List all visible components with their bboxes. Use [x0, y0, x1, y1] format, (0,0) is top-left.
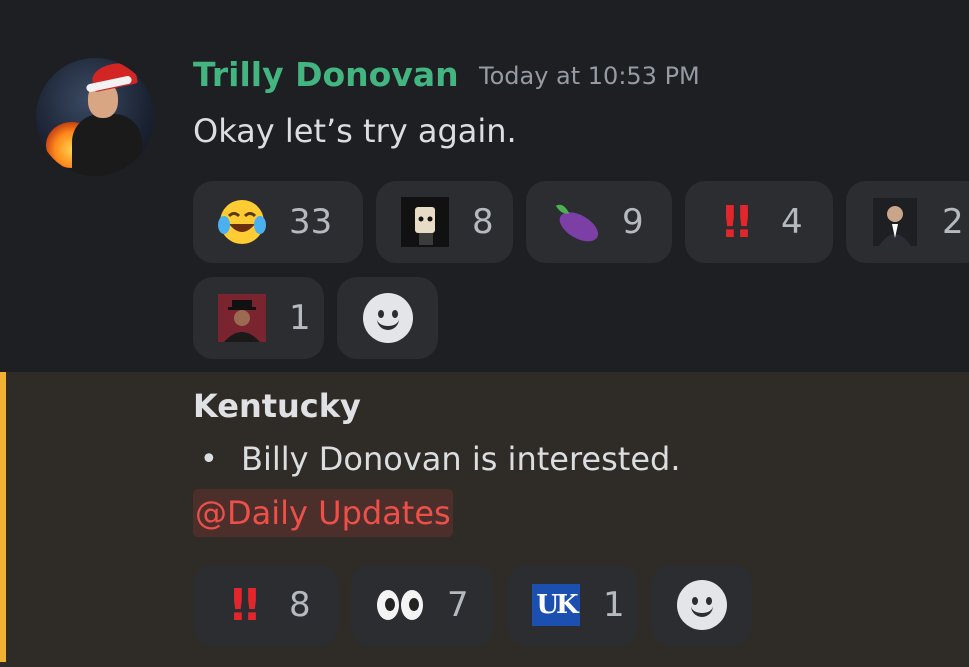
username[interactable]: Trilly Donovan — [193, 55, 459, 94]
tears-of-joy-emoji-icon — [217, 197, 267, 247]
uk-logo-icon: UK — [531, 580, 581, 630]
reaction-eggplant[interactable]: 9 — [526, 181, 672, 263]
reaction-man-in-suit[interactable]: 2 — [846, 181, 969, 263]
reaction-count: 7 — [447, 585, 469, 625]
eyes-emoji-icon — [375, 580, 425, 630]
reaction-count: 8 — [472, 202, 494, 242]
reaction-masked-figure[interactable]: 8 — [376, 181, 513, 263]
reaction-count: 4 — [781, 202, 803, 242]
coach-icon — [217, 293, 267, 343]
reaction-count: 33 — [289, 202, 333, 242]
embed-title: Kentucky — [193, 387, 361, 425]
eggplant-emoji-icon — [550, 197, 600, 247]
reaction-coach[interactable]: 1 — [193, 277, 324, 359]
message-content: Okay let’s try again. — [193, 112, 517, 150]
add-reaction-button[interactable] — [337, 277, 438, 359]
reaction-count: 2 — [942, 202, 964, 242]
add-reaction-smiley-icon — [362, 293, 413, 343]
double-exclamation-icon: !! — [227, 579, 262, 631]
man-in-suit-icon — [870, 197, 920, 247]
reaction-double-exclamation[interactable]: !! 8 — [193, 564, 338, 646]
reaction-count: 8 — [289, 585, 311, 625]
message-1: Trilly Donovan Today at 10:53 PM Okay le… — [0, 0, 969, 372]
bullet-text: Billy Donovan is interested. — [241, 440, 681, 478]
timestamp: Today at 10:53 PM — [479, 62, 700, 90]
mention-highlight-bar — [0, 372, 6, 662]
user-avatar[interactable] — [36, 58, 154, 176]
reaction-uk-logo[interactable]: UK 1 — [507, 564, 638, 646]
reaction-count: 9 — [622, 202, 644, 242]
reaction-double-exclamation[interactable]: !! 4 — [685, 181, 833, 263]
double-exclamation-icon: !! — [719, 196, 754, 248]
bullet: • — [200, 442, 218, 477]
reaction-eyes[interactable]: 7 — [351, 564, 494, 646]
message-2-highlighted: Kentucky • Billy Donovan is interested. … — [0, 372, 969, 667]
reaction-tears-of-joy[interactable]: 33 — [193, 181, 363, 263]
masked-figure-icon — [400, 197, 450, 247]
add-reaction-smiley-icon — [676, 580, 727, 630]
reaction-count: 1 — [603, 585, 625, 625]
reaction-count: 1 — [289, 298, 311, 338]
add-reaction-button[interactable] — [651, 564, 752, 646]
role-mention[interactable]: @Daily Updates — [193, 489, 453, 537]
